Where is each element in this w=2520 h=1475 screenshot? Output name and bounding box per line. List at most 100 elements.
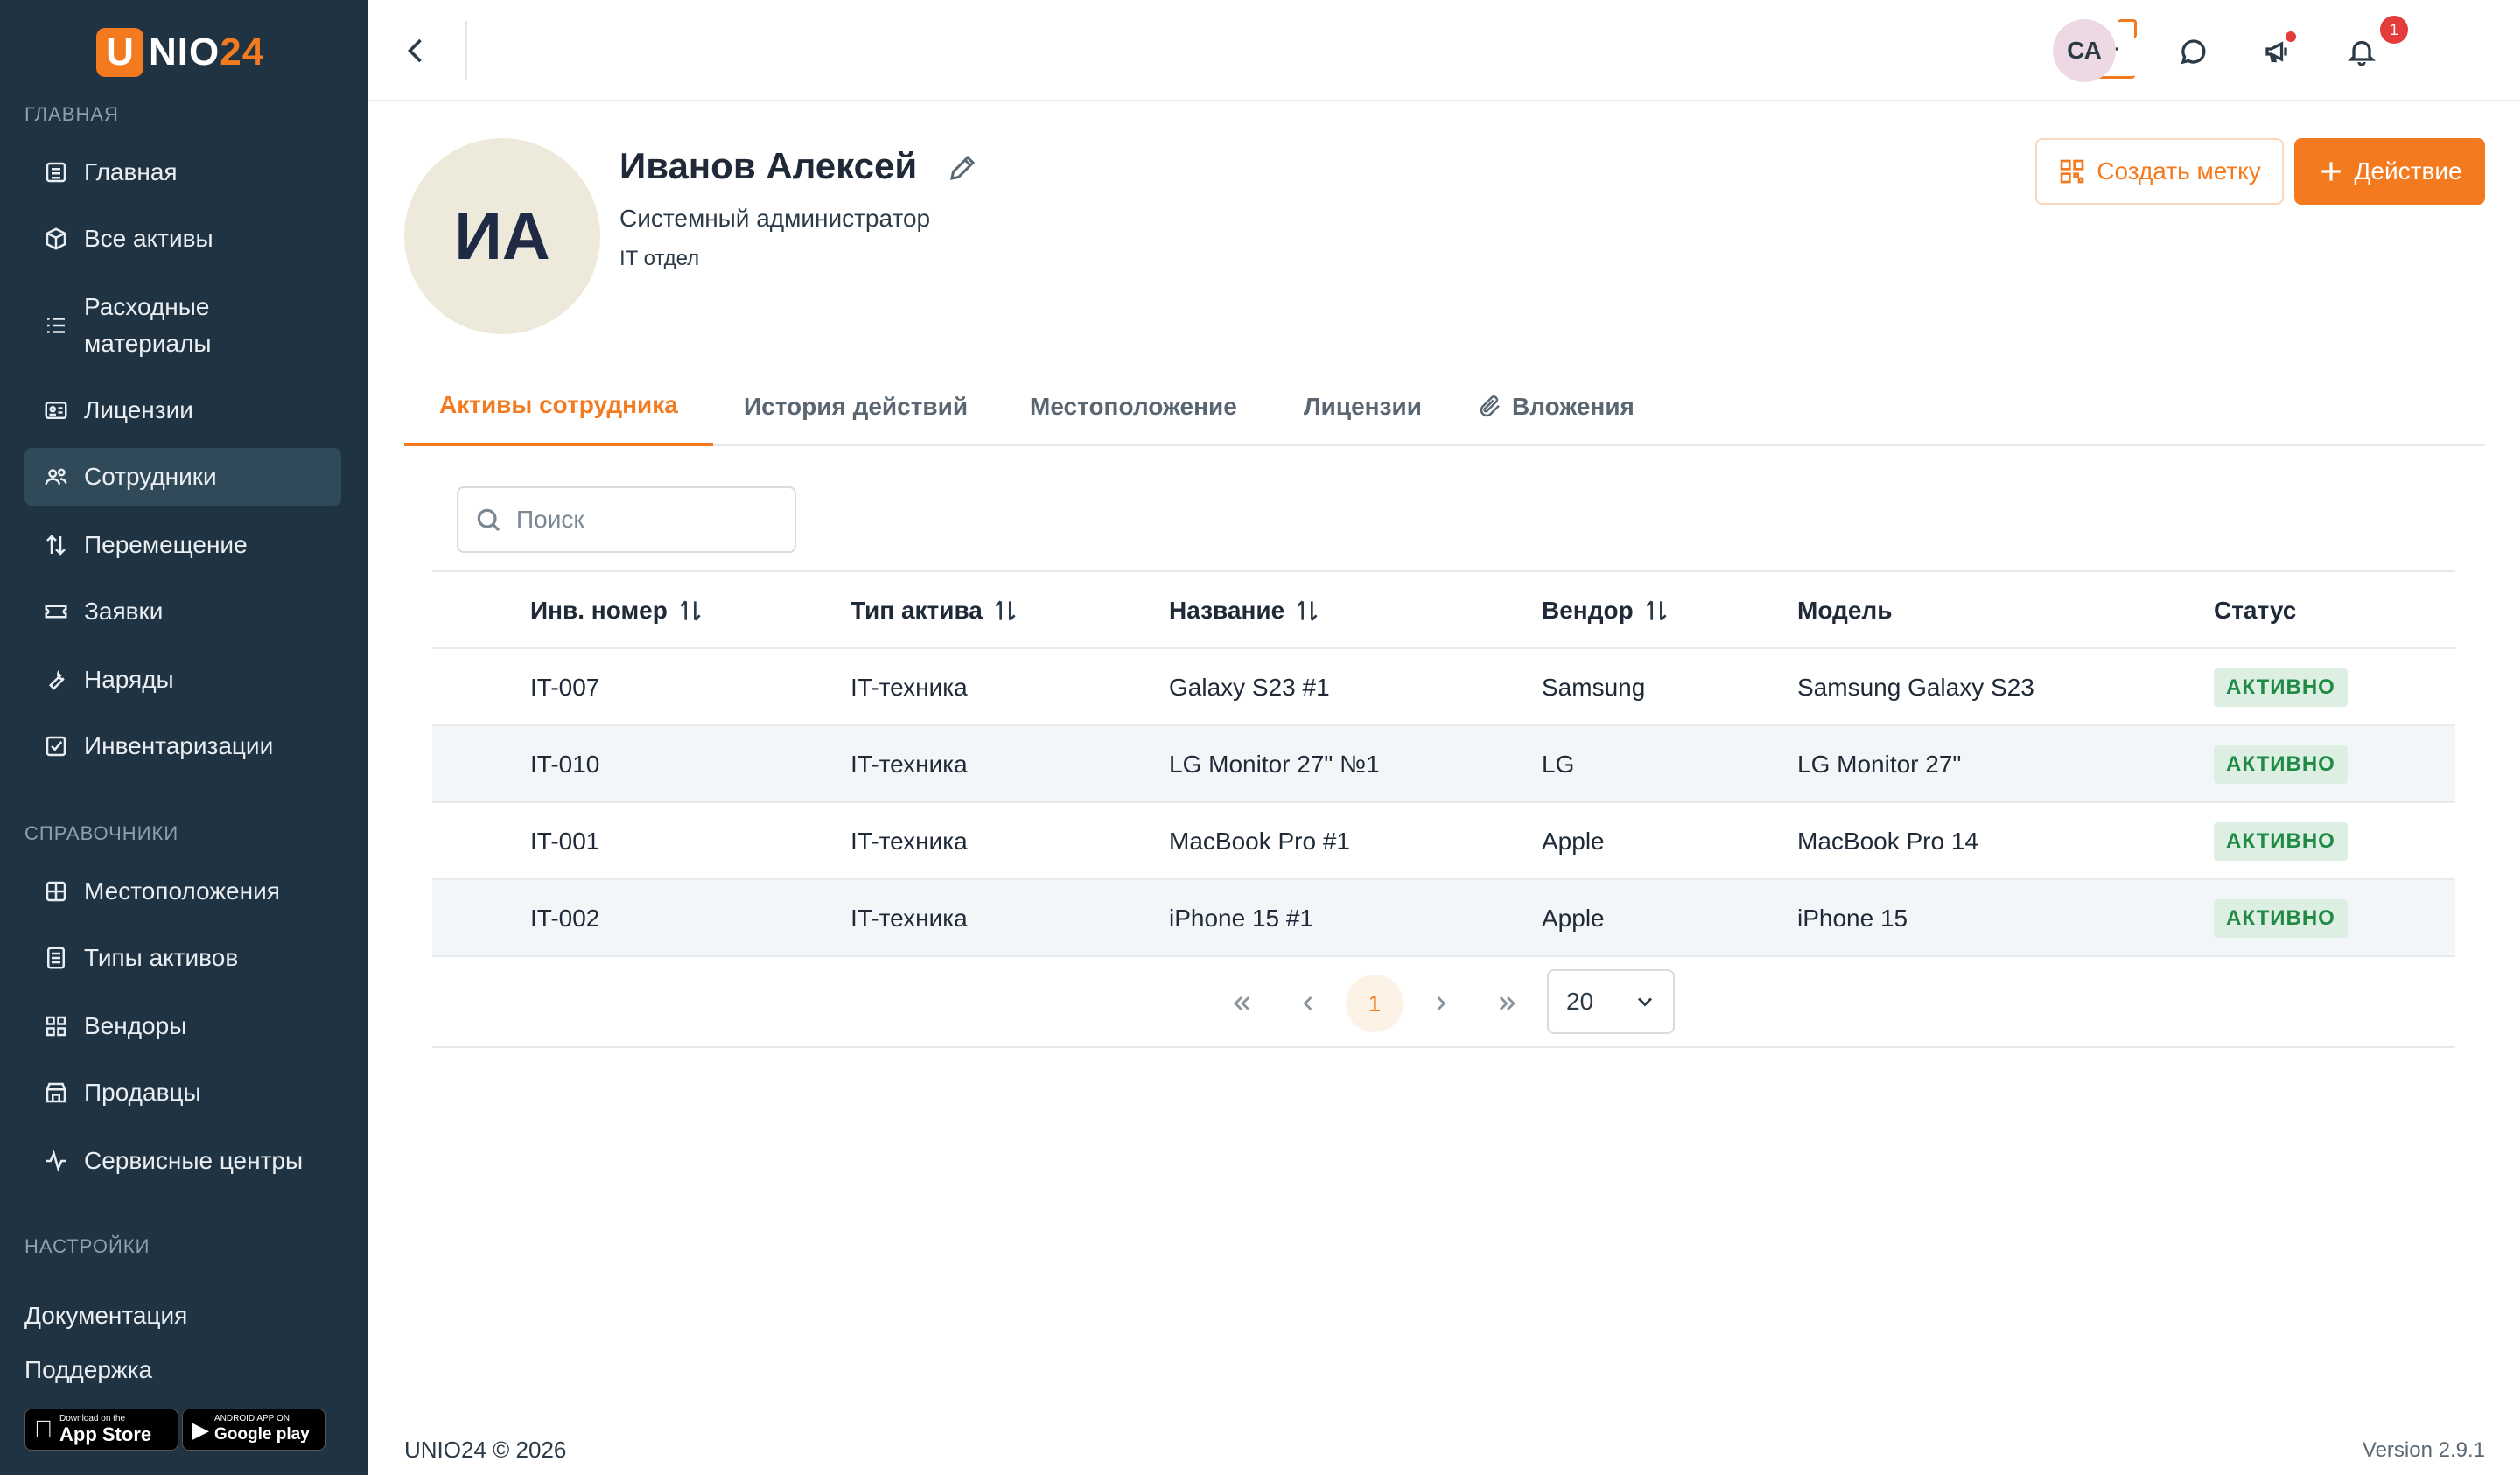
wrench-icon bbox=[38, 662, 74, 697]
column-header-model: Модель bbox=[1797, 597, 1893, 624]
sidebar-item-asset-types[interactable]: Типы активов bbox=[24, 929, 341, 987]
section-title-main: ГЛАВНАЯ bbox=[24, 103, 119, 125]
pagination: 1 20 bbox=[432, 964, 2455, 1048]
status-badge: АКТИВНО bbox=[2214, 668, 2348, 707]
announcements-button[interactable] bbox=[2252, 26, 2303, 77]
page-button-current[interactable]: 1 bbox=[1346, 975, 1404, 1032]
sidebar-item-label: Лицензии bbox=[84, 396, 193, 423]
logo-text: NIO24 bbox=[149, 31, 265, 73]
sort-icon bbox=[680, 600, 701, 621]
activity-icon bbox=[38, 1143, 74, 1178]
sidebar-item-inventory[interactable]: Инвентаризации bbox=[24, 717, 341, 775]
sidebar-item-work-orders[interactable]: Наряды bbox=[24, 651, 341, 709]
sidebar-item-label: Инвентаризации bbox=[84, 732, 274, 759]
app-store-badge[interactable]:  Download on theApp Store bbox=[24, 1409, 178, 1451]
chat-button[interactable] bbox=[2168, 26, 2219, 77]
sidebar-item-label: Вендоры bbox=[84, 1012, 187, 1039]
status-badge: АКТИВНО bbox=[2214, 899, 2348, 938]
cell-type: IT-техника bbox=[850, 751, 968, 778]
column-header-name[interactable]: Название bbox=[1169, 572, 1321, 649]
tab-attachments[interactable]: Вложения bbox=[1477, 367, 1634, 446]
sidebar-item-employees[interactable]: Сотрудники bbox=[24, 448, 341, 506]
cell-inv: IT-007 bbox=[530, 674, 600, 701]
sidebar-item-consumables[interactable]: Расходные материалы bbox=[24, 285, 287, 366]
sidebar-item-service-centers[interactable]: Сервисные центры bbox=[24, 1132, 341, 1190]
sidebar-item-transfer[interactable]: Перемещение bbox=[24, 516, 341, 574]
status-badge: АКТИВНО bbox=[2214, 745, 2348, 784]
tab-location[interactable]: Местоположение bbox=[1030, 367, 1237, 446]
table-row[interactable]: IT-002 IT-техника iPhone 15 #1 Apple iPh… bbox=[432, 880, 2455, 957]
cell-vendor: Samsung bbox=[1542, 674, 1646, 701]
sidebar-item-requests[interactable]: Заявки bbox=[24, 583, 341, 640]
table-row[interactable]: IT-010 IT-техника LG Monitor 27" №1 LG L… bbox=[432, 726, 2455, 803]
first-page-button[interactable] bbox=[1213, 975, 1270, 1032]
cell-name: LG Monitor 27" №1 bbox=[1169, 751, 1380, 778]
cell-status: АКТИВНО bbox=[2214, 649, 2348, 726]
tab-action-history[interactable]: История действий bbox=[744, 367, 968, 446]
cell-status: АКТИВНО bbox=[2214, 726, 2348, 803]
page-size-select[interactable]: 20 bbox=[1547, 969, 1675, 1034]
box-icon bbox=[38, 221, 74, 256]
user-avatar[interactable]: СА bbox=[2053, 19, 2116, 82]
notification-count-badge: 1 bbox=[2380, 16, 2408, 44]
search-placeholder: Поиск bbox=[516, 506, 584, 533]
support-link[interactable]: Поддержка bbox=[24, 1356, 152, 1384]
documentation-link[interactable]: Документация bbox=[24, 1302, 187, 1330]
create-tag-button[interactable]: Создать метку bbox=[2035, 138, 2284, 205]
table-header-row: Инв. номер Тип актива Название Вендор Мо… bbox=[432, 572, 2455, 649]
app-logo[interactable]: U NIO24 bbox=[96, 26, 264, 79]
sidebar-item-vendors[interactable]: Вендоры bbox=[24, 997, 341, 1055]
sidebar-item-label: Все активы bbox=[84, 225, 214, 252]
back-button[interactable] bbox=[394, 28, 439, 73]
cell-vendor: LG bbox=[1542, 751, 1575, 778]
prev-page-button[interactable] bbox=[1279, 975, 1337, 1032]
sidebar-item-licenses[interactable]: Лицензии bbox=[24, 381, 341, 439]
sidebar: U NIO24 ГЛАВНАЯ Главная Все активы Расхо… bbox=[0, 0, 368, 1475]
action-button[interactable]: Действие bbox=[2294, 138, 2485, 205]
employee-position: Системный администратор bbox=[620, 205, 931, 232]
footer-copyright: UNIO24 © 2026 bbox=[404, 1437, 567, 1463]
last-page-button[interactable] bbox=[1479, 975, 1536, 1032]
employee-avatar: ИА bbox=[404, 138, 600, 334]
tab-label: Местоположение bbox=[1030, 393, 1237, 420]
create-tag-label: Создать метку bbox=[2096, 157, 2261, 185]
cell-inv: IT-002 bbox=[530, 905, 600, 932]
tab-employee-assets[interactable]: Активы сотрудника bbox=[404, 367, 713, 446]
sidebar-item-all-assets[interactable]: Все активы bbox=[24, 210, 341, 268]
users-icon bbox=[38, 459, 74, 494]
sidebar-item-label: Сотрудники bbox=[84, 463, 217, 490]
qr-icon bbox=[2060, 159, 2084, 184]
cell-model: iPhone 15 bbox=[1797, 905, 1908, 932]
announcement-dot bbox=[2286, 31, 2296, 42]
chevron-right-icon bbox=[1437, 996, 1446, 1010]
table-row[interactable]: IT-001 IT-техника MacBook Pro #1 Apple M… bbox=[432, 803, 2455, 880]
google-play-badge[interactable]: ▶ ANDROID APP ON Google play bbox=[182, 1409, 326, 1451]
sidebar-item-label: Продавцы bbox=[84, 1079, 201, 1106]
list-icon bbox=[38, 308, 74, 343]
table-row[interactable]: IT-007 IT-техника Galaxy S23 #1 Samsung … bbox=[432, 649, 2455, 726]
sidebar-item-locations[interactable]: Местоположения bbox=[24, 863, 341, 920]
column-header-inv[interactable]: Инв. номер bbox=[530, 572, 704, 649]
chevron-left-icon bbox=[407, 38, 422, 63]
sidebar-item-sellers[interactable]: Продавцы bbox=[24, 1064, 341, 1122]
notifications-button[interactable] bbox=[2336, 26, 2387, 77]
sidebar-item-home[interactable]: Главная bbox=[24, 143, 341, 201]
edit-button[interactable] bbox=[947, 152, 978, 184]
footer-version: Version 2.9.1 bbox=[2362, 1438, 2485, 1462]
cell-model: Samsung Galaxy S23 bbox=[1797, 674, 2034, 701]
logo-mark: U bbox=[96, 28, 144, 77]
corner-accent bbox=[2118, 19, 2137, 38]
chevrons-left-icon bbox=[1234, 996, 1250, 1010]
chat-icon bbox=[2180, 39, 2206, 65]
tab-licenses[interactable]: Лицензии bbox=[1304, 367, 1422, 446]
search-input[interactable]: Поиск bbox=[457, 486, 796, 553]
column-header-type[interactable]: Тип актива bbox=[850, 572, 1019, 649]
bell-icon bbox=[2348, 40, 2376, 66]
column-header-vendor[interactable]: Вендор bbox=[1542, 572, 1670, 649]
ticket-icon bbox=[38, 594, 74, 629]
transfer-icon bbox=[38, 528, 74, 563]
grid-icon bbox=[38, 874, 74, 909]
cell-type: IT-техника bbox=[850, 905, 968, 932]
plus-icon bbox=[2321, 162, 2342, 181]
next-page-button[interactable] bbox=[1412, 975, 1470, 1032]
